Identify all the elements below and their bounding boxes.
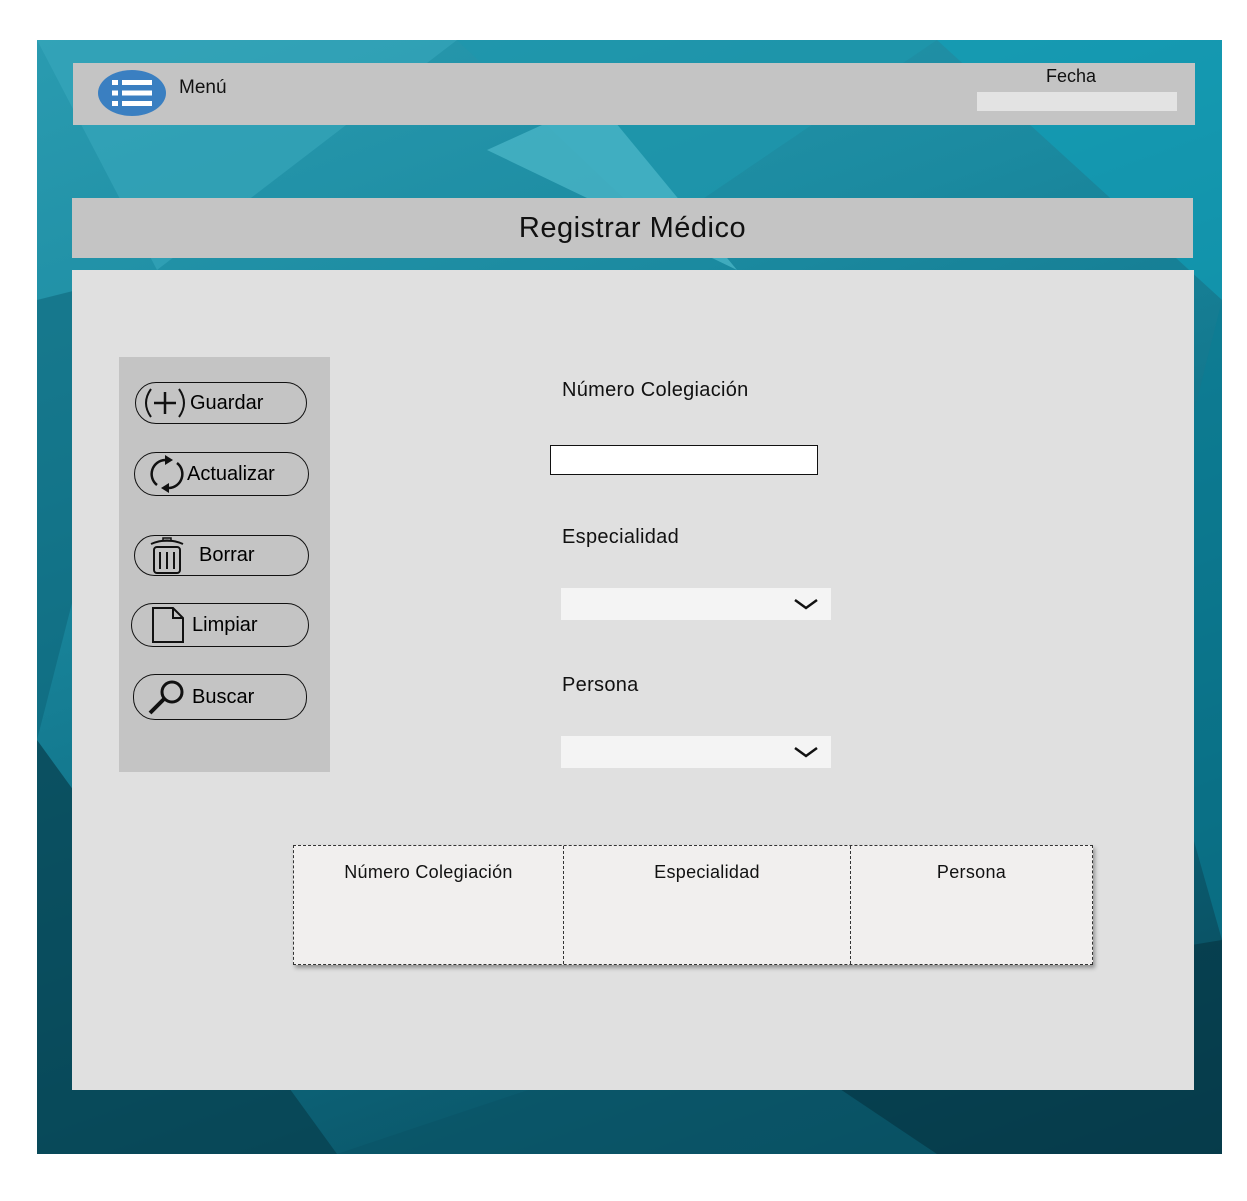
clear-button[interactable]: Limpiar: [131, 603, 309, 647]
chevron-down-icon: [794, 598, 818, 610]
numero-colegiacion-input[interactable]: [550, 445, 818, 475]
refresh-icon: [150, 455, 184, 493]
table-header-numero-colegiacion[interactable]: Número Colegiación: [294, 846, 563, 964]
persona-select[interactable]: [561, 736, 831, 768]
background-frame: Menú Fecha Registrar Médico Guardar Actu…: [37, 40, 1222, 1154]
table-header-especialidad[interactable]: Especialidad: [563, 846, 850, 964]
update-button[interactable]: Actualizar: [134, 452, 309, 496]
menu-icon[interactable]: [98, 70, 166, 116]
especialidad-select[interactable]: [561, 588, 831, 620]
numero-colegiacion-label: Número Colegiación: [562, 379, 749, 401]
trash-icon: [150, 536, 184, 574]
menu-label[interactable]: Menú: [179, 77, 227, 99]
search-label: Buscar: [192, 685, 255, 708]
chevron-down-icon: [794, 746, 818, 758]
results-table: Número Colegiación Especialidad Persona: [293, 845, 1093, 965]
save-label: Guardar: [190, 391, 264, 414]
delete-label: Borrar: [199, 544, 255, 566]
date-label: Fecha: [1046, 66, 1097, 86]
top-bar: Menú Fecha: [73, 63, 1195, 125]
update-label: Actualizar: [187, 462, 275, 485]
search-button[interactable]: Buscar: [133, 674, 307, 720]
add-circle-icon: [145, 388, 185, 418]
persona-label: Persona: [562, 674, 639, 696]
especialidad-label: Especialidad: [562, 526, 680, 548]
new-file-icon: [152, 607, 184, 643]
table-header-persona[interactable]: Persona: [850, 846, 1092, 964]
actions-sidebar: Guardar Actualizar Borrar Limpiar Buscar: [119, 357, 330, 772]
main-panel: Guardar Actualizar Borrar Limpiar Buscar…: [72, 270, 1194, 1090]
save-button[interactable]: Guardar: [135, 382, 307, 424]
search-icon: [148, 680, 184, 715]
date-field[interactable]: [977, 92, 1177, 111]
page-title: Registrar Médico: [72, 198, 1193, 258]
clear-label: Limpiar: [192, 613, 258, 636]
delete-button[interactable]: Borrar: [134, 535, 309, 576]
